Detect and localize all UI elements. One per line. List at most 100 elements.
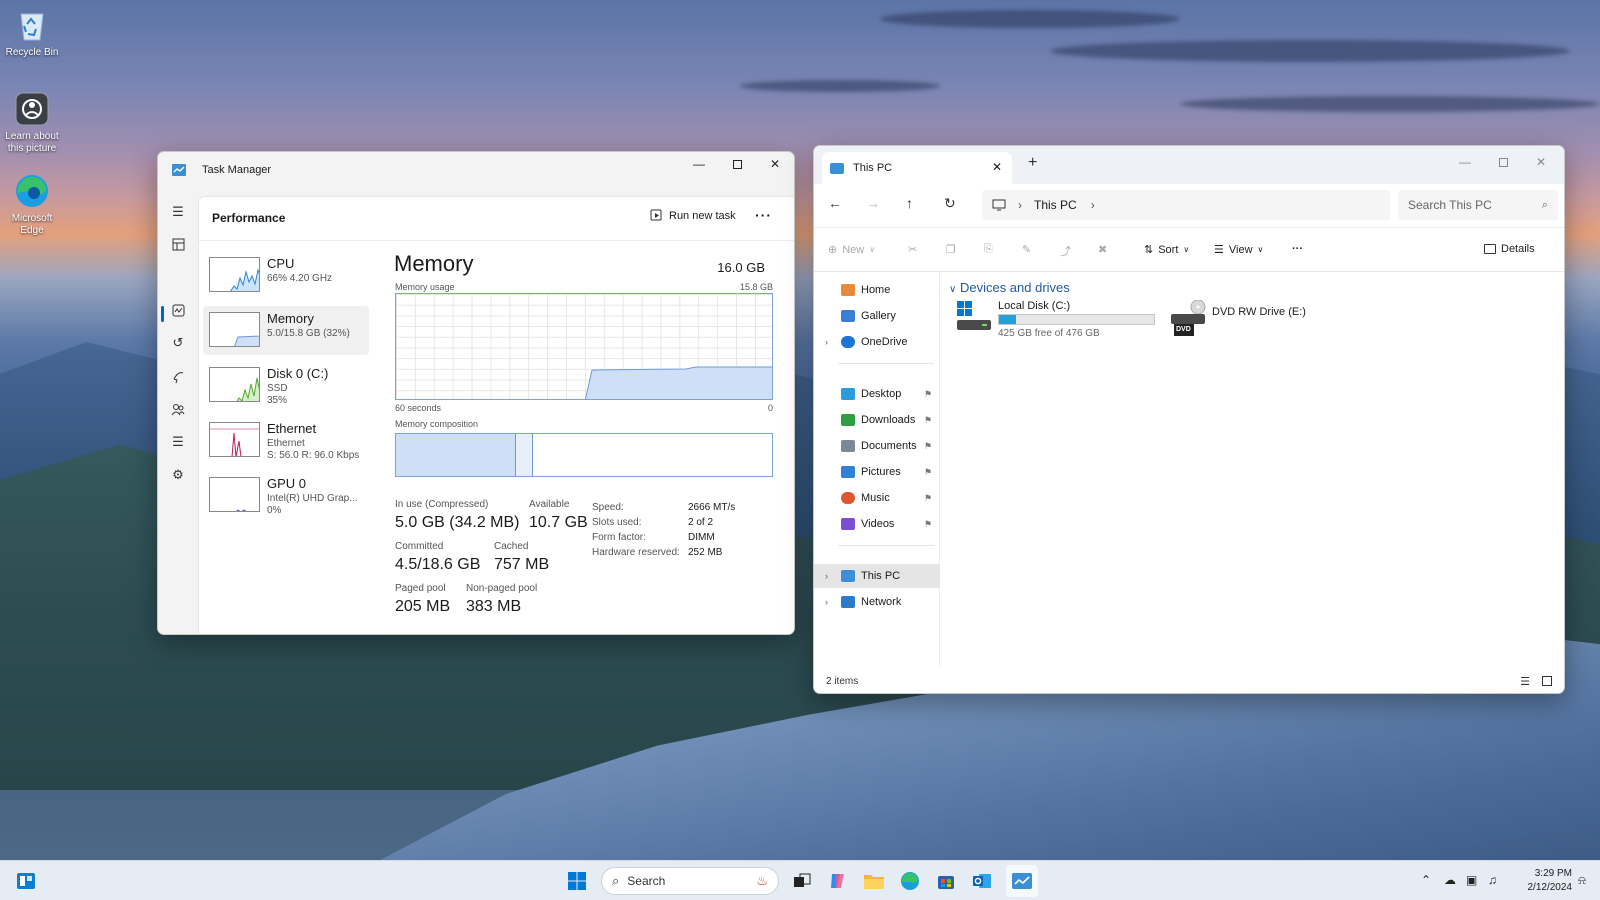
- task-manager-window[interactable]: Task Manager — ✕ ☰ ↺ ☰ ⚙ ⚙ Performance: [157, 151, 795, 635]
- edge-taskbar-icon[interactable]: [898, 869, 922, 893]
- copy-icon[interactable]: ❐: [946, 243, 956, 256]
- close-button[interactable]: ✕: [1522, 150, 1560, 174]
- startup-apps-icon[interactable]: [168, 366, 188, 386]
- title-bar[interactable]: Task Manager — ✕: [158, 152, 794, 188]
- resource-item-cpu[interactable]: CPU 66% 4.20 GHz: [203, 251, 369, 300]
- task-view-icon[interactable]: [790, 869, 814, 893]
- onedrive-status-icon[interactable]: ☁: [1444, 873, 1456, 887]
- nav-item-home[interactable]: Home: [814, 278, 940, 302]
- tab-close-icon[interactable]: ✕: [992, 160, 1002, 174]
- nav-label: Desktop: [861, 388, 902, 400]
- back-arrow-icon[interactable]: ←: [828, 195, 842, 211]
- system-clock[interactable]: 3:29 PM 2/12/2024: [1512, 867, 1573, 895]
- details-view-icon[interactable]: ☰: [1520, 675, 1530, 688]
- gallery-icon: [841, 310, 855, 322]
- nav-label: Home: [861, 284, 891, 296]
- chevron-right-icon[interactable]: ›: [825, 571, 828, 581]
- desktop-icon-microsoft-edge[interactable]: Microsoft Edge: [2, 172, 62, 237]
- nav-item-documents[interactable]: Documents ⚑: [814, 434, 940, 458]
- nav-item-pictures[interactable]: Pictures ⚑: [814, 460, 940, 484]
- show-hidden-icons-icon[interactable]: ⌃: [1421, 873, 1431, 887]
- share-icon[interactable]: ⤴: [1060, 243, 1071, 259]
- notifications-bell-icon[interactable]: ⍾: [1578, 873, 1586, 888]
- services-icon[interactable]: ⚙: [168, 465, 188, 485]
- paste-icon[interactable]: ⎘: [984, 243, 993, 256]
- drive-local-disk-c[interactable]: Local Disk (C:) 425 GB free of 476 GB: [956, 300, 1166, 339]
- file-explorer-window[interactable]: This PC ✕ + — ✕ ← → ↑ ↻ › This PC › Sear…: [813, 145, 1565, 694]
- forward-arrow-icon[interactable]: →: [866, 195, 880, 211]
- nav-item-music[interactable]: Music ⚑: [814, 486, 940, 510]
- maximize-button[interactable]: [1484, 150, 1522, 174]
- new-button[interactable]: ⊕ New ∨: [828, 243, 876, 257]
- close-button[interactable]: ✕: [756, 152, 794, 176]
- cut-icon[interactable]: ✂: [908, 243, 917, 256]
- tab-this-pc[interactable]: This PC ✕: [822, 152, 1012, 184]
- nav-label: OneDrive: [861, 336, 908, 348]
- detail-key: Form factor:: [592, 532, 646, 543]
- chevron-right-icon[interactable]: ›: [825, 597, 828, 607]
- nav-item-gallery[interactable]: Gallery: [814, 304, 940, 328]
- more-options-button[interactable]: ···: [755, 207, 772, 223]
- nav-item-desktop[interactable]: Desktop ⚑: [814, 382, 940, 406]
- tiles-view-icon[interactable]: [1542, 676, 1552, 686]
- sort-button[interactable]: ⇅ Sort ∨: [1144, 243, 1189, 257]
- processes-icon[interactable]: [168, 234, 188, 254]
- resource-item-gpu[interactable]: GPU 0 Intel(R) UHD Grap... 0%: [203, 471, 369, 520]
- view-button[interactable]: ☰ View ∨: [1214, 243, 1263, 257]
- copilot-icon[interactable]: [826, 869, 850, 893]
- performance-icon[interactable]: [168, 300, 188, 320]
- minimize-button[interactable]: —: [680, 152, 718, 176]
- stat-value: 5.0 GB (34.2 MB): [395, 514, 520, 531]
- hamburger-menu-icon[interactable]: ☰: [168, 202, 188, 222]
- minimize-button[interactable]: —: [1446, 150, 1484, 174]
- users-icon[interactable]: [168, 399, 188, 419]
- desktop-icon-learn-about-picture[interactable]: Learn about this picture: [2, 90, 62, 155]
- nav-item-network[interactable]: › Network: [814, 590, 940, 614]
- nav-item-onedrive[interactable]: › OneDrive: [814, 330, 940, 354]
- address-bar[interactable]: › This PC ›: [982, 190, 1390, 220]
- maximize-button[interactable]: [718, 152, 756, 176]
- breadcrumb[interactable]: This PC: [1034, 198, 1077, 212]
- resource-item-disk[interactable]: Disk 0 (C:) SSD 35%: [203, 361, 369, 410]
- up-arrow-icon[interactable]: ↑: [906, 195, 913, 211]
- nav-item-this-pc[interactable]: › This PC: [814, 564, 940, 588]
- search-input[interactable]: Search This PC ⌕: [1398, 190, 1558, 220]
- volume-icon[interactable]: ♫: [1488, 873, 1497, 887]
- nav-item-downloads[interactable]: Downloads ⚑: [814, 408, 940, 432]
- chevron-right-icon[interactable]: ›: [825, 337, 828, 347]
- store-icon[interactable]: [934, 869, 958, 893]
- rename-icon[interactable]: ✎: [1022, 243, 1031, 256]
- drive-dvd-rw-e[interactable]: DVD DVD RW Drive (E:): [1170, 300, 1330, 340]
- search-placeholder: Search This PC: [1408, 198, 1492, 212]
- nav-item-videos[interactable]: Videos ⚑: [814, 512, 940, 536]
- taskbar-search-input[interactable]: ⌕ Search ♨: [601, 867, 779, 895]
- app-history-icon[interactable]: ↺: [168, 333, 188, 353]
- delete-icon[interactable]: ✖: [1098, 243, 1107, 256]
- outlook-icon[interactable]: [970, 869, 994, 893]
- details-button[interactable]: Details: [1484, 243, 1535, 255]
- details-list-icon[interactable]: ☰: [168, 432, 188, 452]
- new-tab-button[interactable]: +: [1028, 154, 1037, 172]
- start-windows-icon[interactable]: [565, 869, 589, 893]
- resource-item-ethernet[interactable]: Ethernet Ethernet S: 56.0 R: 96.0 Kbps: [203, 416, 369, 465]
- group-header[interactable]: ∨ Devices and drives: [949, 280, 1070, 295]
- breadcrumb-chevron-icon[interactable]: ›: [1091, 198, 1095, 212]
- refresh-icon[interactable]: ↻: [944, 195, 956, 212]
- file-explorer-taskbar-icon[interactable]: [862, 869, 886, 893]
- desktop-icon-recycle-bin[interactable]: Recycle Bin: [2, 6, 62, 59]
- settings-gear-icon[interactable]: ⚙: [168, 630, 188, 634]
- chevron-down-icon: ∨: [869, 245, 876, 254]
- nav-divider: [838, 545, 934, 546]
- stat-label: Cached: [494, 541, 529, 552]
- onedrive-cloud-icon: [841, 336, 855, 348]
- more-options-button[interactable]: ···: [1292, 243, 1303, 255]
- network-status-icon[interactable]: ▣: [1466, 873, 1477, 887]
- downloads-icon: [841, 414, 855, 426]
- documents-icon: [841, 440, 855, 452]
- widgets-icon[interactable]: [14, 869, 38, 893]
- resource-sub: Ethernet S: 56.0 R: 96.0 Kbps: [267, 438, 359, 462]
- memory-details: Speed: 2666 MT/s Slots used: 2 of 2 Form f…: [592, 500, 735, 560]
- resource-item-memory[interactable]: Memory 5.0/15.8 GB (32%): [203, 306, 369, 355]
- task-manager-taskbar-icon[interactable]: [1006, 865, 1038, 897]
- run-new-task-button[interactable]: Run new task: [650, 209, 736, 222]
